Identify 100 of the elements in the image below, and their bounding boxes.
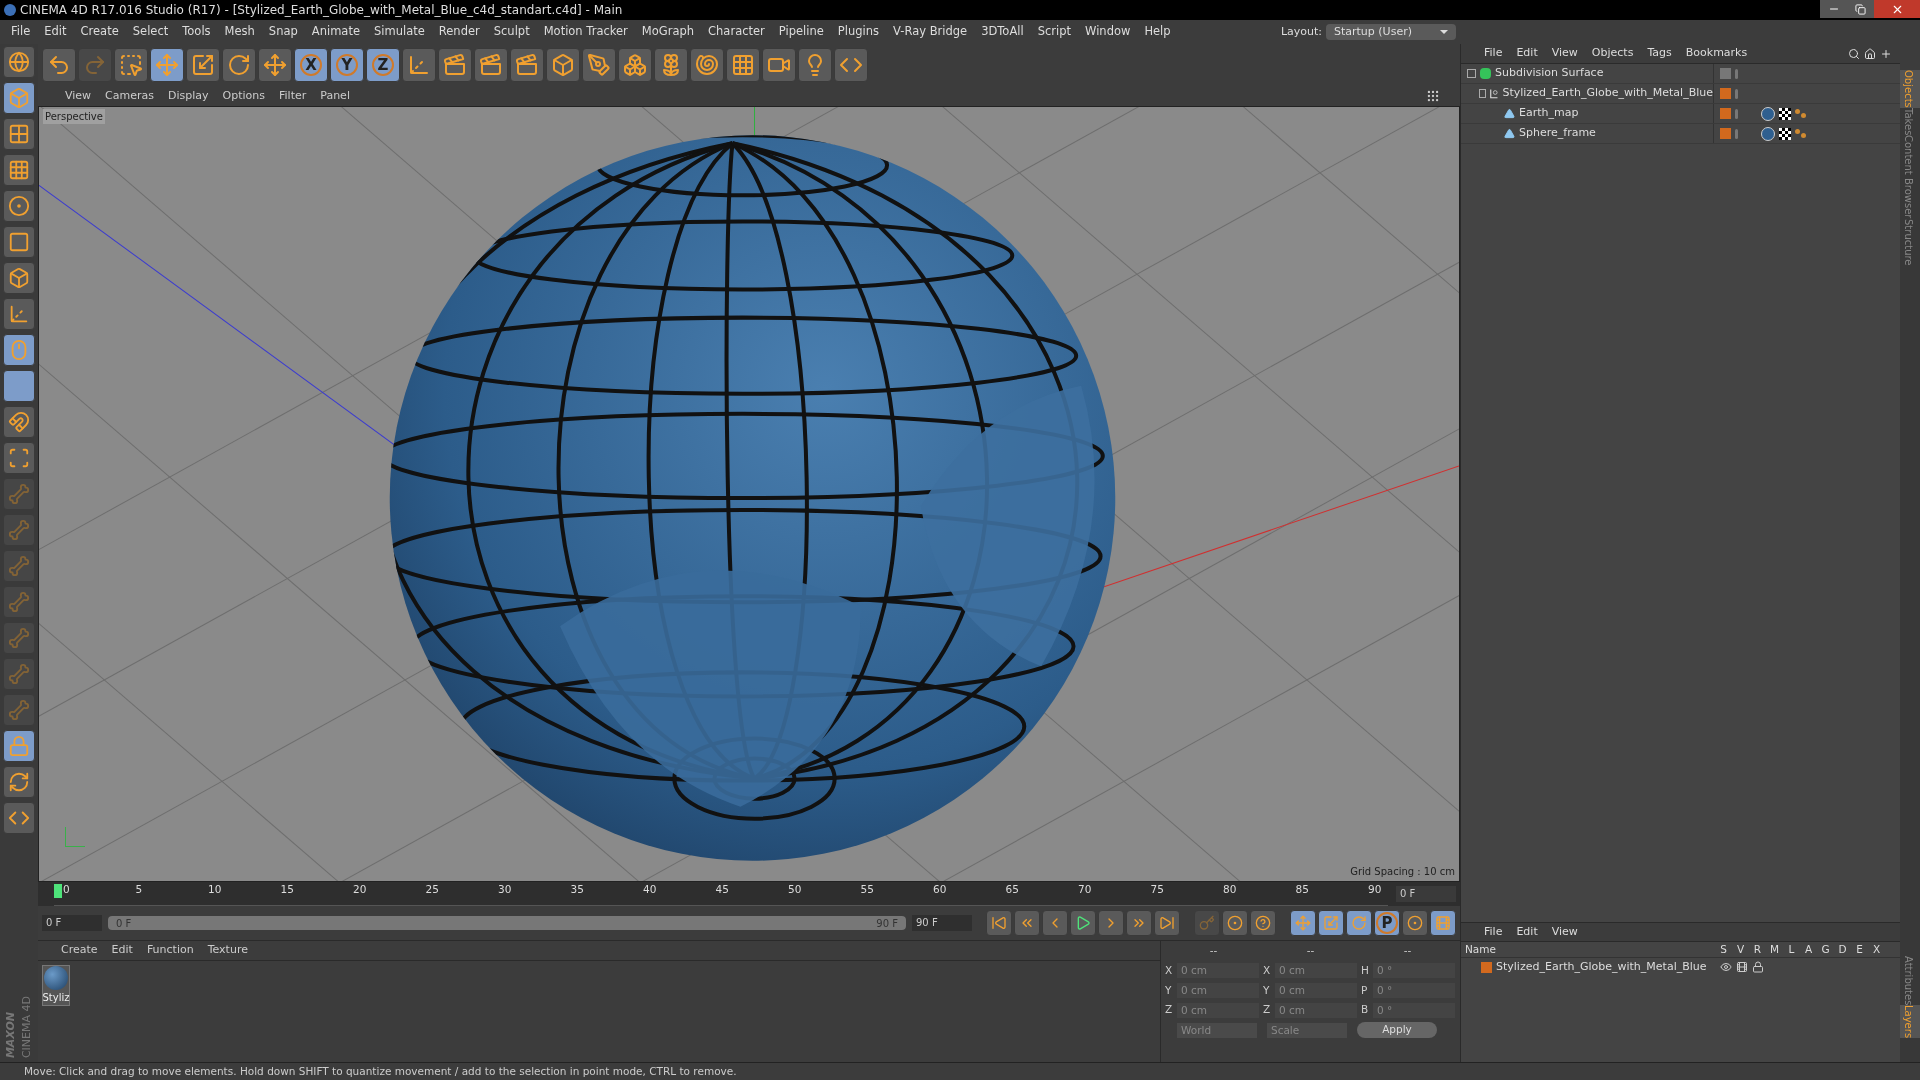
x-axis-tool-button[interactable]: X <box>294 48 328 82</box>
material-tag[interactable] <box>1761 126 1775 141</box>
texture-tool-button[interactable] <box>3 118 35 150</box>
rotate-tool-button[interactable] <box>222 48 256 82</box>
menu-item[interactable]: Tools <box>175 23 218 41</box>
tweak-tool-button[interactable] <box>3 334 35 366</box>
camera-tool-button[interactable] <box>762 48 796 82</box>
menu-item[interactable]: Edit <box>104 942 140 959</box>
visibility-dots[interactable] <box>1735 88 1738 99</box>
viewport-navigation-icon[interactable] <box>1426 89 1440 103</box>
move-tool-button[interactable] <box>1290 910 1316 936</box>
move-tool-button[interactable] <box>258 48 292 82</box>
menu-item[interactable]: Panel <box>313 87 357 105</box>
move-tool-button[interactable] <box>150 48 184 82</box>
menu-item[interactable]: Plugins <box>830 23 887 41</box>
points-tool-button[interactable] <box>1402 910 1428 936</box>
menu-item[interactable]: Display <box>161 87 216 105</box>
menu-item[interactable]: View <box>1544 923 1585 941</box>
prev-key-tool-button[interactable] <box>1014 910 1040 936</box>
menu-item[interactable]: File <box>4 23 38 41</box>
next-key-tool-button[interactable] <box>1126 910 1152 936</box>
menu-item[interactable]: Sculpt <box>486 23 537 41</box>
layer-name[interactable]: Stylized_Earth_Globe_with_Metal_Blue <box>1496 958 1716 976</box>
menu-item[interactable]: Cameras <box>98 87 161 105</box>
menu-item[interactable]: 3DToAll <box>974 23 1031 41</box>
menu-item[interactable]: Create <box>73 23 126 41</box>
y-axis-tool-button[interactable]: Y <box>330 48 364 82</box>
model-tool-button[interactable] <box>3 82 35 114</box>
film-tool-button[interactable] <box>1430 910 1456 936</box>
layout-dropdown[interactable]: Startup (User) <box>1326 24 1456 40</box>
snap-tool-button[interactable] <box>3 370 35 402</box>
object-name[interactable]: Sphere_frame <box>1519 125 1596 142</box>
material-swatch[interactable]: Styliz <box>42 965 70 1006</box>
film-icon[interactable] <box>1736 961 1748 973</box>
visibility-dots[interactable] <box>1735 68 1738 79</box>
menu-item[interactable]: Create <box>54 942 105 959</box>
menu-item[interactable]: Motion Tracker <box>536 23 635 41</box>
end-frame-field[interactable]: 90 F <box>912 915 972 931</box>
help-tool-button[interactable] <box>1250 910 1276 936</box>
z-axis-tool-button[interactable]: Z <box>366 48 400 82</box>
deformer-tool-button[interactable] <box>690 48 724 82</box>
minimize-button[interactable] <box>1820 0 1847 18</box>
checker-tag[interactable] <box>1779 107 1791 120</box>
menu-item[interactable]: Simulate <box>367 23 432 41</box>
pen-tool-button[interactable] <box>582 48 616 82</box>
collapse-toggle[interactable] <box>1467 69 1476 78</box>
param-tool-button[interactable]: P <box>1374 910 1400 936</box>
side-tab[interactable]: Objects <box>1900 70 1920 108</box>
menu-item[interactable]: Character <box>701 23 772 41</box>
menu-item[interactable]: MoGraph <box>634 23 702 41</box>
menu-item[interactable]: Bookmarks <box>1678 45 1755 62</box>
menu-item[interactable]: Render <box>431 23 487 41</box>
start-frame-field[interactable]: 0 F <box>42 915 102 931</box>
polygons-tool-button[interactable] <box>3 262 35 294</box>
edges-tool-button[interactable] <box>3 226 35 258</box>
menu-item[interactable]: Mesh <box>217 23 262 41</box>
render-tool-button[interactable] <box>510 48 544 82</box>
menu-item[interactable]: View <box>1544 45 1585 62</box>
collapse-toggle[interactable] <box>1479 89 1487 98</box>
coords-tool-button[interactable] <box>402 48 436 82</box>
dots-tag-icon[interactable] <box>1795 128 1807 139</box>
menu-item[interactable]: Window <box>1078 23 1138 41</box>
cube-tool-button[interactable] <box>546 48 580 82</box>
timeline-ruler[interactable]: 0 5 10 15 20 25 30 35 40 45 50 55 60 65 70 75 80 85 90 <box>54 882 1388 906</box>
grid-tool-button[interactable] <box>3 766 35 798</box>
last-tool-button[interactable] <box>1154 910 1180 936</box>
menu-item[interactable]: Script <box>1030 23 1079 41</box>
material-tag[interactable] <box>1761 106 1775 121</box>
first-tool-button[interactable] <box>986 910 1012 936</box>
current-frame-field[interactable]: 0 F <box>1396 886 1456 902</box>
select-tool-button[interactable] <box>114 48 148 82</box>
axis-tool-button[interactable] <box>3 298 35 330</box>
python-tool-button[interactable] <box>834 48 868 82</box>
checker-tag[interactable] <box>1779 127 1791 140</box>
menu-item[interactable]: File <box>1477 45 1510 62</box>
home-icon[interactable] <box>1864 47 1876 60</box>
lock-grid-tool-button[interactable] <box>3 730 35 762</box>
menu-item[interactable]: Pipeline <box>771 23 831 41</box>
side-tab[interactable]: Layers <box>1900 1004 1920 1038</box>
menu-item[interactable]: Snap <box>261 23 305 41</box>
light-tool-button[interactable] <box>798 48 832 82</box>
workplane-tool-button[interactable] <box>3 154 35 186</box>
scale-tool-button[interactable] <box>1318 910 1344 936</box>
menu-item[interactable]: Help <box>1137 23 1178 41</box>
workplane-axis-tool-button[interactable] <box>3 442 35 474</box>
visibility-dots[interactable] <box>1735 108 1738 119</box>
render-tool-button[interactable] <box>474 48 508 82</box>
menu-item[interactable]: Edit <box>1509 923 1545 941</box>
prev-frame-tool-button[interactable] <box>1042 910 1068 936</box>
eye-icon[interactable] <box>1720 961 1732 973</box>
menu-item[interactable]: Animate <box>304 23 367 41</box>
points-tool-button[interactable] <box>3 190 35 222</box>
record-tool-button[interactable] <box>1222 910 1248 936</box>
undo-tool-button[interactable] <box>42 48 76 82</box>
view-tool-button[interactable] <box>3 46 35 78</box>
menu-item[interactable]: Edit <box>1509 45 1545 62</box>
rotate-tool-button[interactable] <box>1346 910 1372 936</box>
dots-tag-icon[interactable] <box>1795 108 1807 119</box>
object-name[interactable]: Earth_map <box>1519 105 1579 122</box>
menu-item[interactable]: Filter <box>272 87 314 105</box>
